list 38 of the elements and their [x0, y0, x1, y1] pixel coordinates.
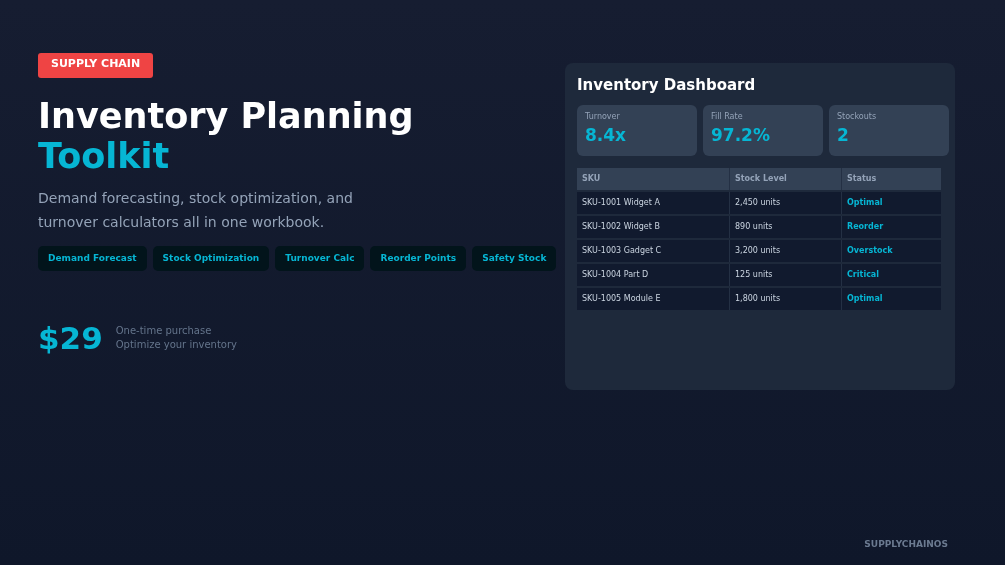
metric-label: Turnover — [585, 110, 621, 123]
status-cell: Critical — [841, 263, 941, 286]
status-cell: Optimal — [841, 287, 941, 310]
price-note: Optimize your inventory — [115, 338, 237, 353]
status-cell: Overstock — [841, 239, 941, 262]
feature-tag: Safety Stock — [472, 245, 557, 271]
page-title-highlight: Toolkit — [38, 135, 171, 176]
table-cell: SKU-1002 Widget B — [577, 215, 729, 238]
column-header: SKU — [577, 167, 729, 190]
metric-label: Stockouts — [837, 110, 878, 123]
table-cell: SKU-1005 Module E — [577, 287, 729, 310]
status-cell: Reorder — [841, 215, 941, 238]
status-cell: Optimal — [841, 191, 941, 214]
table-cell: 3,200 units — [729, 239, 841, 262]
column-header: Stock Level — [729, 167, 841, 190]
column-header: Status — [841, 167, 941, 190]
table-cell: 2,450 units — [729, 191, 841, 214]
dashboard-title: Inventory Dashboard — [577, 75, 757, 96]
table-cell: 125 units — [729, 263, 841, 286]
price: $29 — [38, 319, 103, 358]
metric-label: Fill Rate — [711, 110, 744, 123]
table-cell: SKU-1003 Gadget C — [577, 239, 729, 262]
brand-name: SUPPLYCHAINOS — [864, 537, 948, 551]
feature-tag: Demand Forecast — [38, 245, 147, 271]
metric-value: 8.4x — [585, 123, 628, 147]
table-cell: 1,800 units — [729, 287, 841, 310]
table-cell: SKU-1001 Widget A — [577, 191, 729, 214]
table-cell: SKU-1004 Part D — [577, 263, 729, 286]
description: Demand forecasting, stock optimization, and turnover calculators all in one workbook. — [38, 188, 354, 232]
category-tag: SUPPLY CHAIN — [38, 53, 154, 78]
metric-value: 97.2% — [711, 123, 771, 147]
table-cell: 890 units — [729, 215, 841, 238]
feature-tag: Turnover Calc — [275, 245, 365, 271]
page-title: Inventory Planning — [38, 95, 414, 136]
feature-tag: Reorder Points — [370, 245, 467, 271]
metric-value: 2 — [837, 123, 850, 147]
feature-tag: Stock Optimization — [152, 245, 270, 271]
price-note: One-time purchase — [115, 324, 213, 339]
